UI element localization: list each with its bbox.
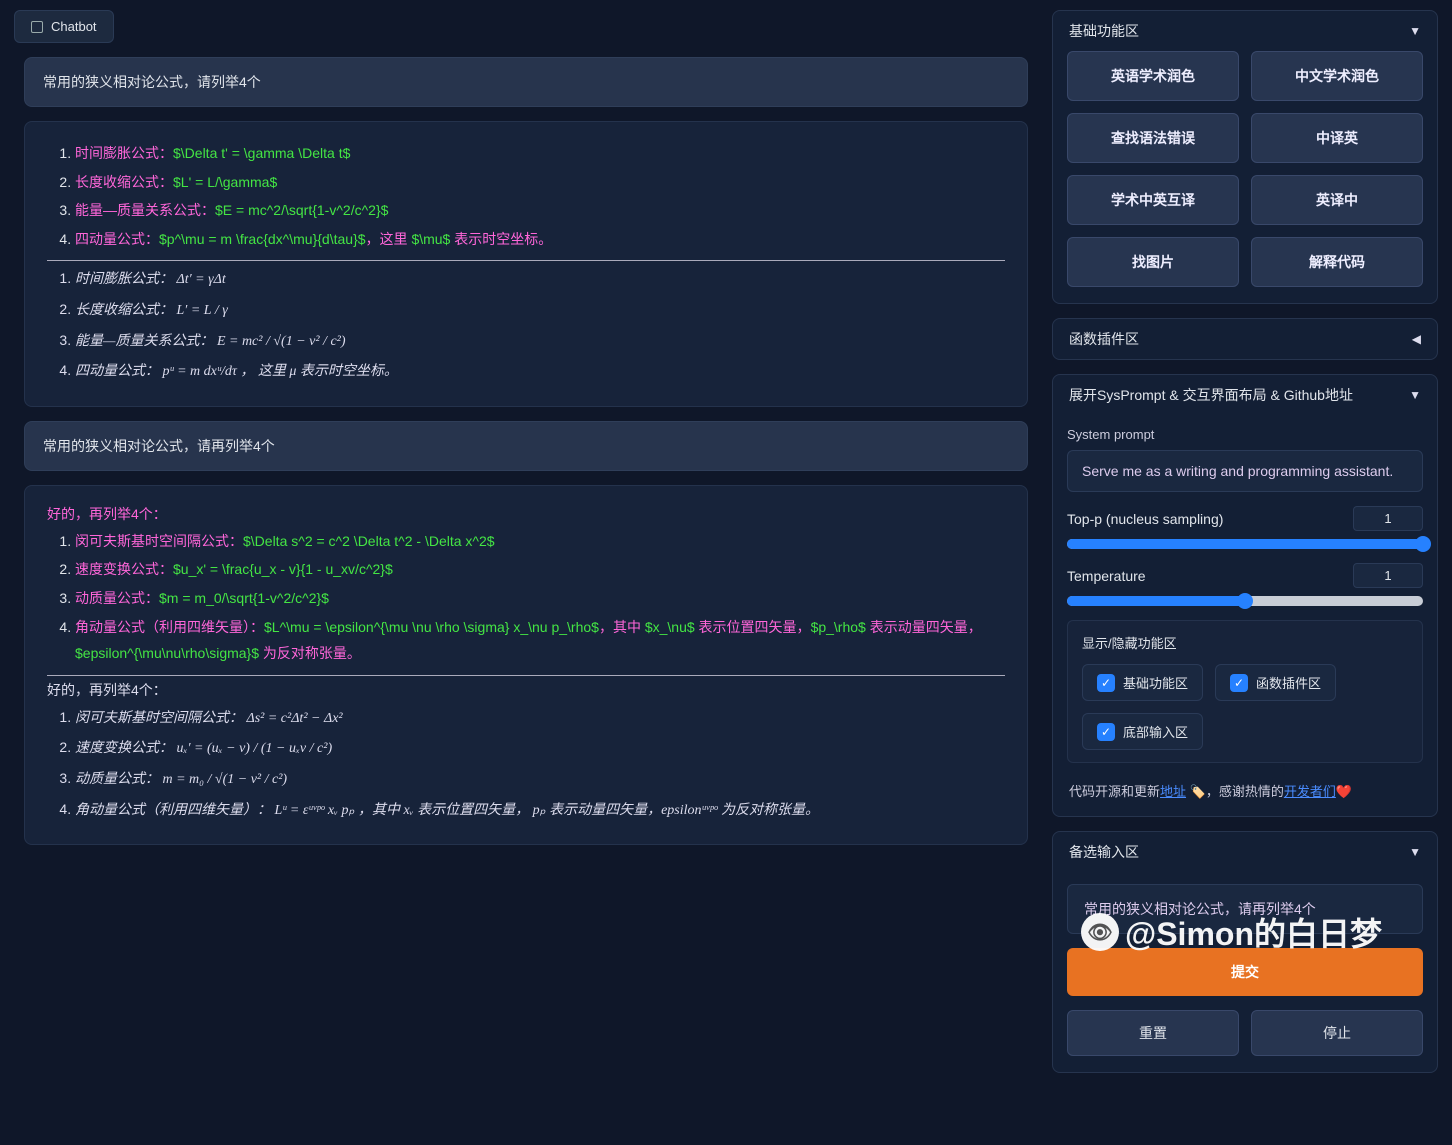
alt-input-panel: 备选输入区 ▼ 常用的狭义相对论公式，请再列举4个 提交 重置 停止 [1052, 831, 1438, 1073]
divider [47, 675, 1005, 676]
func-button-3[interactable]: 中译英 [1251, 113, 1423, 163]
func-button-1[interactable]: 中文学术润色 [1251, 51, 1423, 101]
temperature-slider: Temperature 1 [1067, 563, 1423, 606]
footer-text: 代码开源和更新地址 🏷️，感谢热情的开发者们❤️ [1067, 777, 1423, 800]
temperature-track[interactable] [1067, 596, 1423, 606]
chat-icon [31, 21, 43, 33]
show-hide-section: 显示/隐藏功能区 ✓基础功能区✓函数插件区✓底部输入区 [1067, 620, 1423, 763]
func-button-0[interactable]: 英语学术润色 [1067, 51, 1239, 101]
toggle-1[interactable]: ✓函数插件区 [1215, 664, 1336, 701]
sysprompt-panel-header[interactable]: 展开SysPrompt & 交互界面布局 & Github地址 ▼ [1053, 375, 1437, 415]
top-p-value-input[interactable]: 1 [1353, 506, 1423, 531]
alt-input-header[interactable]: 备选输入区 ▼ [1053, 832, 1437, 872]
reset-button[interactable]: 重置 [1067, 1010, 1239, 1056]
func-button-4[interactable]: 学术中英互译 [1067, 175, 1239, 225]
divider [47, 260, 1005, 261]
assistant-message-2: 好的，再列举4个： 闵可夫斯基时空间隔公式：$\Delta s^2 = c^2 … [24, 485, 1028, 845]
slider-thumb[interactable] [1237, 593, 1253, 609]
alt-text-input[interactable]: 常用的狭义相对论公式，请再列举4个 [1067, 884, 1423, 934]
chatbot-tab[interactable]: Chatbot [14, 10, 114, 43]
basic-panel-header[interactable]: 基础功能区 ▼ [1053, 11, 1437, 51]
system-prompt-input[interactable]: Serve me as a writing and programming as… [1067, 450, 1423, 492]
user-message-1: 常用的狭义相对论公式，请列举4个 [24, 57, 1028, 107]
tab-label: Chatbot [51, 19, 97, 34]
sysprompt-panel: 展开SysPrompt & 交互界面布局 & Github地址 ▼ System… [1052, 374, 1438, 817]
func-button-5[interactable]: 英译中 [1251, 175, 1423, 225]
stop-button[interactable]: 停止 [1251, 1010, 1423, 1056]
contributors-link[interactable]: 开发者们 [1284, 784, 1336, 799]
user-message-2: 常用的狭义相对论公式，请再列举4个 [24, 421, 1028, 471]
func-button-7[interactable]: 解释代码 [1251, 237, 1423, 287]
top-p-slider: Top-p (nucleus sampling) 1 [1067, 506, 1423, 549]
chevron-down-icon: ▼ [1409, 845, 1421, 859]
raw-list-2: 闵可夫斯基时空间隔公式：$\Delta s^2 = c^2 \Delta t^2… [47, 528, 1005, 667]
toggle-2[interactable]: ✓底部输入区 [1082, 713, 1203, 750]
func-button-2[interactable]: 查找语法错误 [1067, 113, 1239, 163]
plugin-panel: 函数插件区 ◀ [1052, 318, 1438, 360]
plugin-panel-header[interactable]: 函数插件区 ◀ [1053, 319, 1437, 359]
chevron-down-icon: ▼ [1409, 388, 1421, 402]
checkbox-icon: ✓ [1097, 723, 1115, 741]
submit-button[interactable]: 提交 [1067, 948, 1423, 996]
system-prompt-label: System prompt [1067, 427, 1423, 442]
source-link[interactable]: 地址 [1160, 784, 1186, 799]
checkbox-icon: ✓ [1230, 674, 1248, 692]
toggle-0[interactable]: ✓基础功能区 [1082, 664, 1203, 701]
rendered-list-1: 时间膨胀公式： Δt′ = γΔt 长度收缩公式： L′ = L / γ 能量—… [47, 265, 1005, 385]
assistant-message-1: 时间膨胀公式：$\Delta t' = \gamma \Delta t$ 长度收… [24, 121, 1028, 407]
rendered-list-2: 闵可夫斯基时空间隔公式： Δs² = c²Δt² − Δx² 速度变换公式： u… [47, 704, 1005, 824]
slider-thumb[interactable] [1415, 536, 1431, 552]
chevron-left-icon: ◀ [1412, 332, 1421, 346]
func-button-6[interactable]: 找图片 [1067, 237, 1239, 287]
top-p-track[interactable] [1067, 539, 1423, 549]
basic-functions-panel: 基础功能区 ▼ 英语学术润色中文学术润色查找语法错误中译英学术中英互译英译中找图… [1052, 10, 1438, 304]
chevron-down-icon: ▼ [1409, 24, 1421, 38]
temperature-value-input[interactable]: 1 [1353, 563, 1423, 588]
raw-list-1: 时间膨胀公式：$\Delta t' = \gamma \Delta t$ 长度收… [47, 140, 1005, 252]
checkbox-icon: ✓ [1097, 674, 1115, 692]
